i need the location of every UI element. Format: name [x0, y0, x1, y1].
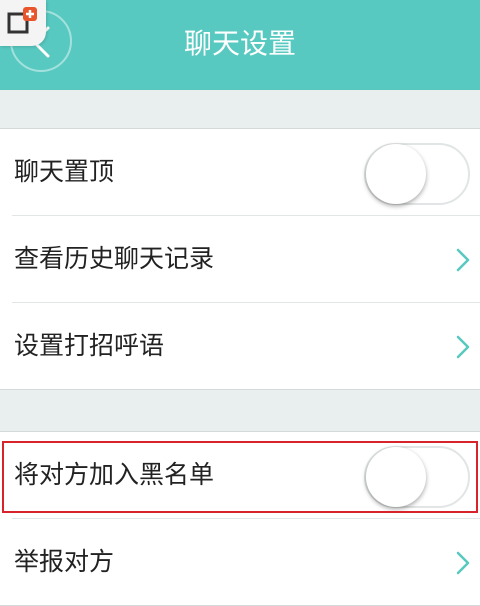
toggle-knob: [366, 144, 426, 204]
row-blacklist: 将对方加入黑名单: [12, 432, 480, 519]
section-gap: [0, 90, 480, 128]
chevron-right-icon: [456, 335, 470, 359]
add-window-icon: [7, 7, 37, 34]
row-pin-chat: 聊天置顶: [12, 129, 480, 216]
row-label: 将对方加入黑名单: [14, 460, 215, 489]
settings-section-1: 聊天置顶 查看历史聊天记录 设置打招呼语: [0, 128, 480, 390]
row-chat-history[interactable]: 查看历史聊天记录: [12, 216, 480, 303]
settings-section-2: 将对方加入黑名单 举报对方: [0, 431, 480, 606]
row-label: 聊天置顶: [14, 157, 115, 186]
toggle-knob: [366, 447, 426, 507]
row-greeting[interactable]: 设置打招呼语: [12, 303, 480, 389]
row-label: 查看历史聊天记录: [14, 244, 215, 273]
row-label: 举报对方: [14, 547, 115, 576]
page-title: 聊天设置: [183, 27, 296, 60]
add-window-button[interactable]: [0, 0, 46, 46]
chevron-right-icon: [456, 551, 470, 575]
header-bar: 聊天设置: [0, 0, 480, 90]
pin-chat-toggle[interactable]: [364, 143, 470, 205]
row-report[interactable]: 举报对方: [12, 519, 480, 605]
row-label: 设置打招呼语: [14, 331, 165, 360]
chevron-right-icon: [456, 248, 470, 272]
blacklist-toggle[interactable]: [364, 446, 470, 508]
